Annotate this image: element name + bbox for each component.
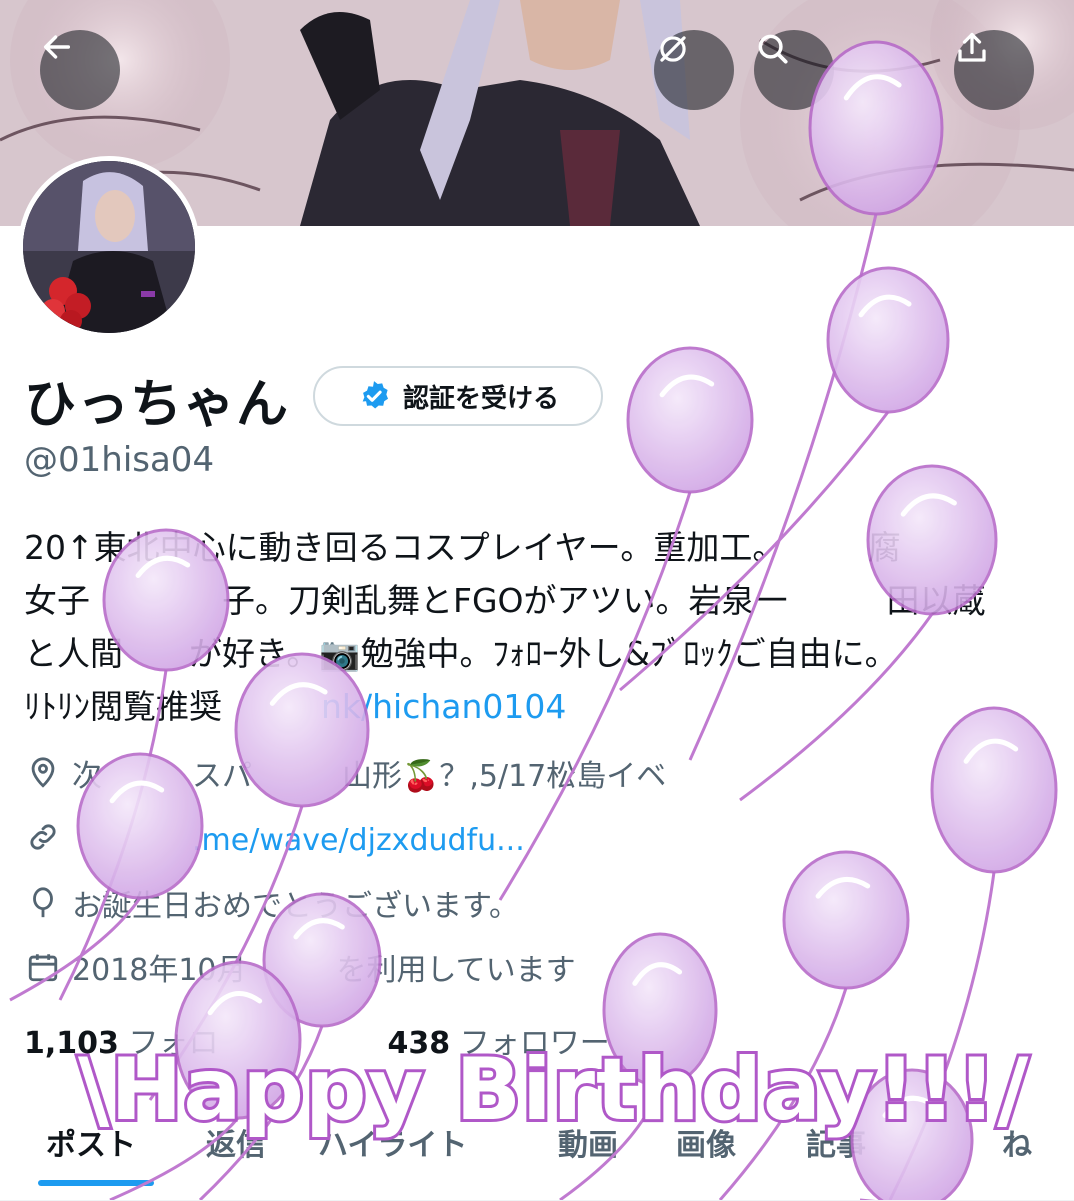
location-pin-icon [24, 754, 62, 792]
translate-toggle-button[interactable] [654, 30, 734, 110]
active-tab-indicator [38, 1180, 154, 1186]
bio-line: ﾘﾄﾘﾝ閲覧推奨 nk/hichan0104 [24, 681, 1064, 734]
balloon-highlight [815, 876, 871, 899]
balloon [626, 346, 754, 494]
verified-badge-icon [362, 381, 389, 409]
location-text: 次 スパ 山形🍒？,5/17松島イベ [72, 759, 667, 794]
bio-text: ﾘﾄﾘﾝ閲覧推奨 [24, 687, 222, 726]
bio-line: 女子 子。刀剣乱舞とFGOがアツい。岩泉一 田以蔵 [24, 581, 986, 620]
eye-slash-icon [660, 36, 686, 62]
happy-birthday-text: \Happy Birthday!!!/ [75, 1037, 1031, 1143]
website-row: .me/wave/djzxdudfu... [24, 812, 525, 862]
get-verified-label: 認証を受ける [402, 383, 559, 414]
bio-line: と人間 が好き。📷勉強中。ﾌｫﾛｰ外し&ﾌﾞﾛｯｸご自由に。 [24, 634, 898, 673]
joined-row: 2018年10月 を利用しています [24, 942, 576, 992]
user-handle: @01hisa04 [24, 440, 215, 480]
back-button[interactable] [40, 30, 120, 110]
bio-link[interactable]: nk/hichan0104 [222, 687, 566, 726]
balloon [782, 850, 910, 990]
profile-bio: 20↑東北中心に動き回るコスプレイヤー。重加工。 腐 女子 子。刀剣乱舞とFGO… [24, 522, 1064, 734]
arrow-left-icon [43, 35, 71, 59]
balloon-highlight [858, 294, 912, 318]
balloon-highlight [900, 493, 957, 517]
avatar-image [23, 161, 195, 333]
balloon-highlight [963, 738, 1019, 764]
joined-text: 2018年10月 を利用しています [72, 953, 576, 988]
balloon-highlight [207, 991, 263, 1016]
location-row: 次 スパ 山形🍒？,5/17松島イベ [24, 748, 666, 798]
calendar-icon [24, 948, 62, 986]
get-verified-button[interactable]: 認証を受ける [313, 366, 603, 426]
balloon-highlight [659, 374, 715, 398]
website-link[interactable]: .me/wave/djzxdudfu... [72, 815, 525, 859]
birthday-row: お誕生日おめでとうございます。 [24, 878, 519, 928]
search-button[interactable] [754, 30, 834, 110]
link-icon [24, 818, 62, 856]
share-icon [958, 32, 986, 62]
balloon [826, 266, 950, 414]
balloon-highlight [632, 962, 683, 986]
display-name: ひっちゃん [24, 375, 290, 435]
search-icon [758, 34, 788, 64]
bio-line: 20↑東北中心に動き回るコスプレイヤー。重加工。 腐 [24, 528, 901, 567]
birthday-text: お誕生日おめでとうございます。 [72, 889, 519, 924]
share-button[interactable] [954, 30, 1034, 110]
avatar[interactable] [18, 156, 200, 338]
balloon-icon [24, 884, 62, 922]
